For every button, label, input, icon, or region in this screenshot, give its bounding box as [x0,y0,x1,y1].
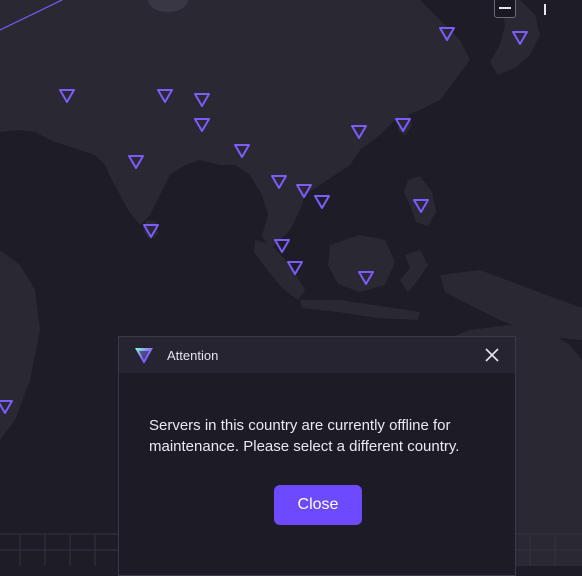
minus-icon [499,7,511,9]
close-icon[interactable] [483,346,501,364]
server-location-marker-icon[interactable] [314,195,330,209]
proton-vpn-logo-icon [135,348,153,364]
dialog-header: Attention [119,337,515,373]
land-borneo [328,235,395,292]
dialog-title: Attention [167,347,219,363]
close-button[interactable]: Close [274,485,362,525]
zoom-level-indicator [544,4,546,15]
dialog-message: Servers in this country are currently of… [149,417,460,455]
land-java [300,300,420,320]
server-location-marker-icon[interactable] [274,239,290,253]
attention-dialog: Attention Servers in this country are cu… [118,336,516,576]
zoom-out-button[interactable] [494,0,516,18]
land-sulawesi [400,250,428,292]
